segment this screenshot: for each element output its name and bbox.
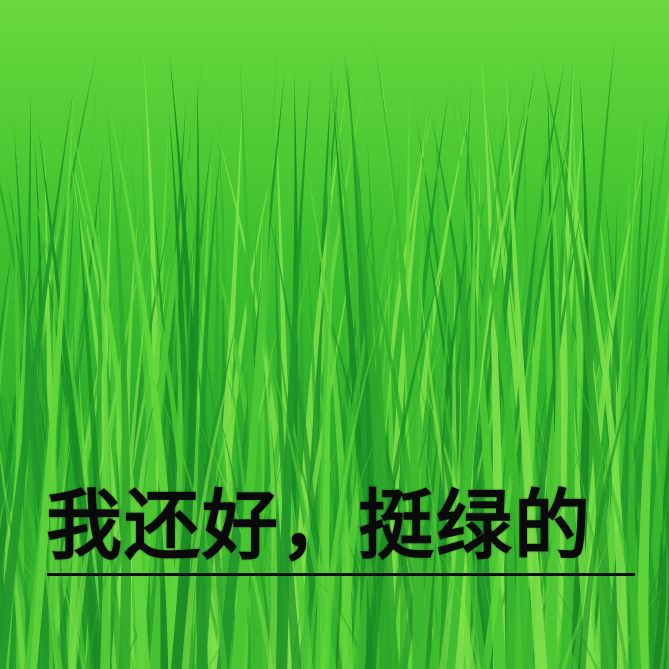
caption-underline	[47, 573, 635, 576]
meme-image: 我还好，挺绿的	[0, 0, 669, 669]
caption-text: 我还好，挺绿的	[46, 481, 592, 570]
